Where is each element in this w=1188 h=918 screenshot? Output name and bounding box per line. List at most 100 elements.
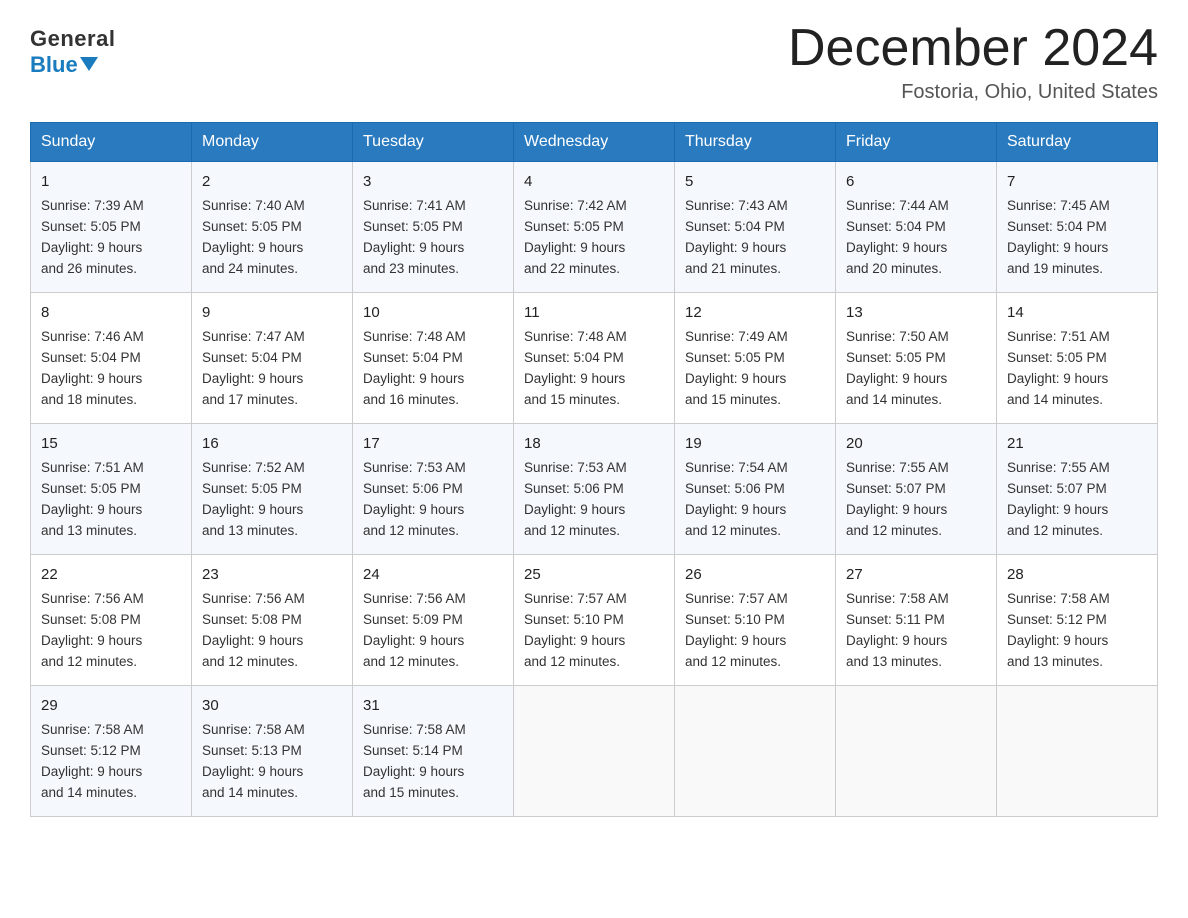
calendar-cell: 3Sunrise: 7:41 AMSunset: 5:05 PMDaylight… bbox=[353, 162, 514, 293]
calendar-cell: 29Sunrise: 7:58 AMSunset: 5:12 PMDayligh… bbox=[31, 685, 192, 816]
day-number: 10 bbox=[363, 301, 503, 324]
calendar-cell: 2Sunrise: 7:40 AMSunset: 5:05 PMDaylight… bbox=[192, 162, 353, 293]
day-info-line: Daylight: 9 hours bbox=[846, 369, 986, 390]
day-info-line: Daylight: 9 hours bbox=[41, 762, 181, 783]
calendar-cell: 23Sunrise: 7:56 AMSunset: 5:08 PMDayligh… bbox=[192, 555, 353, 686]
calendar-cell: 17Sunrise: 7:53 AMSunset: 5:06 PMDayligh… bbox=[353, 424, 514, 555]
day-info-line: Sunset: 5:05 PM bbox=[41, 217, 181, 238]
day-info-line: Daylight: 9 hours bbox=[846, 500, 986, 521]
day-info-line: and 13 minutes. bbox=[41, 521, 181, 542]
day-info-line: Daylight: 9 hours bbox=[202, 238, 342, 259]
day-info-line: Sunset: 5:12 PM bbox=[1007, 610, 1147, 631]
day-info-line: Daylight: 9 hours bbox=[202, 500, 342, 521]
day-number: 11 bbox=[524, 301, 664, 324]
month-title: December 2024 bbox=[788, 20, 1158, 77]
calendar-cell bbox=[675, 685, 836, 816]
day-info-line: and 14 minutes. bbox=[41, 783, 181, 804]
day-info-line: Sunrise: 7:42 AM bbox=[524, 196, 664, 217]
day-info-line: Sunrise: 7:45 AM bbox=[1007, 196, 1147, 217]
day-info-line: Daylight: 9 hours bbox=[524, 369, 664, 390]
day-info-line: Daylight: 9 hours bbox=[363, 238, 503, 259]
day-info-line: and 18 minutes. bbox=[41, 390, 181, 411]
day-number: 5 bbox=[685, 170, 825, 193]
day-info-line: Daylight: 9 hours bbox=[524, 631, 664, 652]
day-info-line: and 21 minutes. bbox=[685, 259, 825, 280]
calendar-cell: 24 Sunrise: 7:56 AMSunset: 5:09 PMDayligh… bbox=[353, 555, 514, 686]
calendar-cell: 5Sunrise: 7:43 AMSunset: 5:04 PMDaylight… bbox=[675, 162, 836, 293]
day-info-line: Sunset: 5:05 PM bbox=[202, 217, 342, 238]
day-number: 1 bbox=[41, 170, 181, 193]
day-info-line: and 12 minutes. bbox=[524, 521, 664, 542]
day-info-line: Sunset: 5:10 PM bbox=[524, 610, 664, 631]
day-number: 9 bbox=[202, 301, 342, 324]
day-info-line: and 24 minutes. bbox=[202, 259, 342, 280]
day-info-line: and 12 minutes. bbox=[363, 521, 503, 542]
day-number: 12 bbox=[685, 301, 825, 324]
day-number: 22 bbox=[41, 563, 181, 586]
calendar-cell: 4Sunrise: 7:42 AMSunset: 5:05 PMDaylight… bbox=[514, 162, 675, 293]
calendar-week-row: 22 Sunrise: 7:56 AM Sunset: 5:08 PM Dayligh… bbox=[31, 555, 1158, 686]
day-info-line: Sunset: 5:13 PM bbox=[202, 741, 342, 762]
day-info-line: and 19 minutes. bbox=[1007, 259, 1147, 280]
day-info-line: Sunrise: 7:41 AM bbox=[363, 196, 503, 217]
day-number: 24 bbox=[363, 563, 503, 586]
day-info-line: Daylight: 9 hours bbox=[41, 369, 181, 390]
day-info-line: Sunset: 5:08 PM bbox=[202, 610, 342, 631]
day-number: 6 bbox=[846, 170, 986, 193]
logo-blue-text: Blue bbox=[30, 52, 78, 78]
day-info-line: and 12 minutes. bbox=[524, 652, 664, 673]
day-info-line: Daylight: 9 hours bbox=[524, 238, 664, 259]
day-info-line: Sunrise: 7:52 AM bbox=[202, 458, 342, 479]
day-info-line: Sunset: 5:05 PM bbox=[685, 348, 825, 369]
calendar-cell: 20Sunrise: 7:55 AMSunset: 5:07 PMDayligh… bbox=[836, 424, 997, 555]
day-info-line: Sunrise: 7:51 AM bbox=[1007, 327, 1147, 348]
calendar-cell: 15Sunrise: 7:51 AMSunset: 5:05 PMDayligh… bbox=[31, 424, 192, 555]
day-info-line: Sunset: 5:05 PM bbox=[846, 348, 986, 369]
day-info-line: Sunrise: 7:57 AM bbox=[685, 589, 825, 610]
calendar-week-row: 15Sunrise: 7:51 AMSunset: 5:05 PMDayligh… bbox=[31, 424, 1158, 555]
day-info-line: Sunset: 5:06 PM bbox=[685, 479, 825, 500]
day-info-line: and 12 minutes. bbox=[685, 521, 825, 542]
day-info-line: Sunset: 5:09 PM bbox=[363, 610, 503, 631]
day-number: 8 bbox=[41, 301, 181, 324]
day-info-line: Sunrise: 7:53 AM bbox=[524, 458, 664, 479]
day-info-line: Sunrise: 7:40 AM bbox=[202, 196, 342, 217]
calendar-cell: 27Sunrise: 7:58 AMSunset: 5:11 PMDayligh… bbox=[836, 555, 997, 686]
day-number: 18 bbox=[524, 432, 664, 455]
day-info-line: Sunset: 5:04 PM bbox=[846, 217, 986, 238]
weekday-header-thursday: Thursday bbox=[675, 123, 836, 162]
day-info-line: Daylight: 9 hours bbox=[1007, 631, 1147, 652]
day-info-line: and 20 minutes. bbox=[846, 259, 986, 280]
calendar-cell: 30Sunrise: 7:58 AMSunset: 5:13 PMDayligh… bbox=[192, 685, 353, 816]
day-info-line: and 12 minutes. bbox=[202, 652, 342, 673]
day-info-line: Daylight: 9 hours bbox=[363, 631, 503, 652]
day-info-line: Daylight: 9 hours bbox=[846, 631, 986, 652]
day-info-line: Daylight: 9 hours bbox=[202, 369, 342, 390]
calendar-cell: 21Sunrise: 7:55 AMSunset: 5:07 PMDayligh… bbox=[997, 424, 1158, 555]
day-info-line: Sunset: 5:06 PM bbox=[363, 479, 503, 500]
day-info-line: and 16 minutes. bbox=[363, 390, 503, 411]
day-info-line: Sunrise: 7:48 AM bbox=[524, 327, 664, 348]
day-number: 21 bbox=[1007, 432, 1147, 455]
weekday-header-friday: Friday bbox=[836, 123, 997, 162]
day-info-line: and 12 minutes. bbox=[685, 652, 825, 673]
day-number: 7 bbox=[1007, 170, 1147, 193]
day-number: 27 bbox=[846, 563, 986, 586]
calendar-cell: 12Sunrise: 7:49 AMSunset: 5:05 PMDayligh… bbox=[675, 293, 836, 424]
calendar-cell: 1Sunrise: 7:39 AMSunset: 5:05 PMDaylight… bbox=[31, 162, 192, 293]
day-info-line: Sunset: 5:05 PM bbox=[41, 479, 181, 500]
day-info-line: Daylight: 9 hours bbox=[1007, 238, 1147, 259]
day-number: 20 bbox=[846, 432, 986, 455]
calendar-cell: 16Sunrise: 7:52 AMSunset: 5:05 PMDayligh… bbox=[192, 424, 353, 555]
weekday-header-tuesday: Tuesday bbox=[353, 123, 514, 162]
day-info-line: and 14 minutes. bbox=[202, 783, 342, 804]
weekday-header-saturday: Saturday bbox=[997, 123, 1158, 162]
day-info-line: Daylight: 9 hours bbox=[363, 762, 503, 783]
day-info-line: Sunrise: 7:56 AM bbox=[363, 589, 503, 610]
calendar-cell: 25Sunrise: 7:57 AMSunset: 5:10 PMDayligh… bbox=[514, 555, 675, 686]
day-info-line: Sunrise: 7:58 AM bbox=[41, 720, 181, 741]
day-info-line: Sunset: 5:12 PM bbox=[41, 741, 181, 762]
day-info-line: Sunrise: 7:51 AM bbox=[41, 458, 181, 479]
day-number: 17 bbox=[363, 432, 503, 455]
day-info-line: Sunrise: 7:53 AM bbox=[363, 458, 503, 479]
